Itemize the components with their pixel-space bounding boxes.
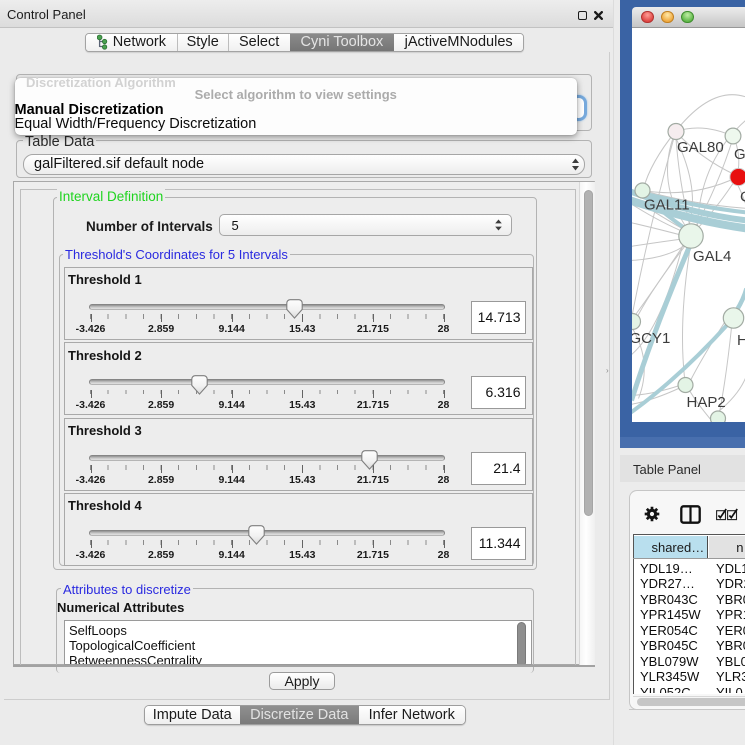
svg-text:H: H [737,332,745,349]
svg-text:GCY1: GCY1 [632,330,670,347]
svg-text:GA: GA [734,146,745,163]
svg-text:C: C [740,188,745,205]
svg-text:GAL80: GAL80 [677,139,724,156]
svg-text:HAP2: HAP2 [686,394,725,411]
svg-text:GAL11: GAL11 [644,196,690,213]
svg-text:GAL4: GAL4 [693,248,731,265]
